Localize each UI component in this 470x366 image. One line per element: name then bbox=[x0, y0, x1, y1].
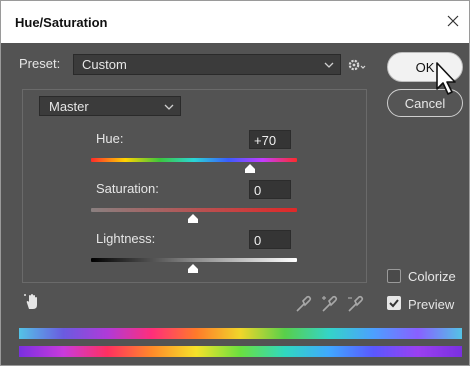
input-color-bar bbox=[19, 328, 462, 339]
targeted-adjustment-hand-icon[interactable] bbox=[23, 292, 43, 312]
lightness-label: Lightness: bbox=[96, 231, 156, 246]
channel-value: Master bbox=[49, 99, 89, 114]
eyedropper-plus-icon[interactable] bbox=[319, 294, 339, 314]
lightness-slider-track[interactable] bbox=[91, 258, 297, 262]
preset-dropdown[interactable]: Custom bbox=[73, 54, 341, 75]
close-icon[interactable] bbox=[443, 11, 463, 31]
colorize-checkbox[interactable] bbox=[387, 269, 401, 283]
checkmark-icon bbox=[389, 299, 399, 308]
preset-value: Custom bbox=[82, 57, 127, 72]
lightness-slider-thumb[interactable] bbox=[188, 264, 198, 273]
adjustment-group bbox=[22, 89, 367, 283]
cancel-button-label: Cancel bbox=[404, 96, 446, 111]
hue-saturation-dialog: Hue/Saturation Preset: Custom OK Cancel … bbox=[0, 0, 470, 366]
title-bar: Hue/Saturation bbox=[1, 1, 469, 43]
hue-slider-track[interactable] bbox=[91, 158, 297, 162]
output-color-bar bbox=[19, 346, 462, 357]
saturation-slider-track[interactable] bbox=[91, 208, 297, 212]
saturation-label: Saturation: bbox=[96, 181, 159, 196]
channel-dropdown[interactable]: Master bbox=[39, 96, 181, 116]
hue-label: Hue: bbox=[96, 131, 124, 146]
lightness-field[interactable] bbox=[249, 230, 291, 249]
hue-field[interactable] bbox=[249, 130, 291, 149]
gear-icon[interactable] bbox=[346, 56, 366, 74]
dialog-title: Hue/Saturation bbox=[15, 15, 108, 30]
chevron-down-icon bbox=[164, 104, 174, 110]
eyedropper-icon[interactable] bbox=[293, 294, 313, 314]
preview-checkbox[interactable] bbox=[387, 296, 401, 310]
colorize-label: Colorize bbox=[408, 269, 456, 284]
preview-label: Preview bbox=[408, 297, 455, 312]
preset-label: Preset: bbox=[19, 56, 61, 71]
saturation-field[interactable] bbox=[249, 180, 291, 199]
saturation-slider-thumb[interactable] bbox=[188, 214, 198, 223]
eyedropper-minus-icon[interactable] bbox=[345, 294, 365, 314]
mouse-cursor-icon bbox=[436, 62, 456, 95]
hue-slider-thumb[interactable] bbox=[245, 164, 255, 173]
chevron-down-icon bbox=[324, 62, 334, 68]
